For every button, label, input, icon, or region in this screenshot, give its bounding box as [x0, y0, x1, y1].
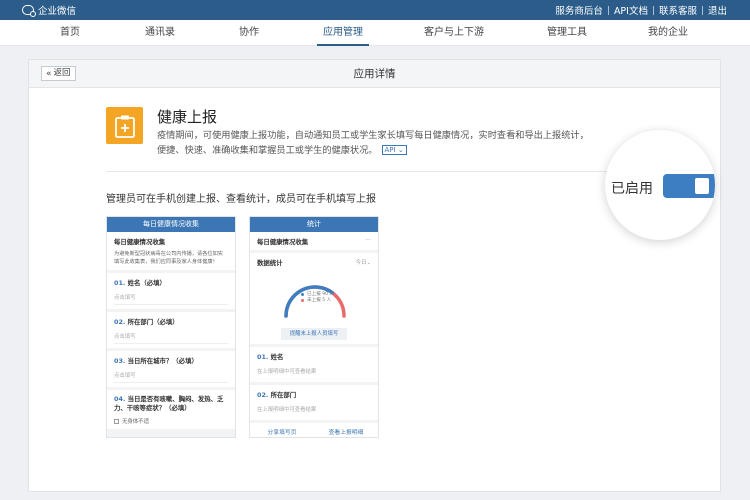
stats-card: 数据统计 今日⌄ 已上报 90 人 未上报 5 人 提醒未上报人员填写 [250, 253, 378, 344]
question-number: 02. [114, 318, 126, 326]
nav-collaboration[interactable]: 协作 [239, 20, 259, 46]
legend-unreported: 未上报 5 人 [301, 297, 334, 303]
enable-toggle[interactable] [663, 174, 715, 198]
nav-home[interactable]: 首页 [60, 20, 80, 46]
field-text: 姓名 [270, 353, 284, 361]
phone-preview-stats: 统计 每日健康情况收集 ··· 数据统计 今日⌄ 已上报 90 人 未上报 5 … [249, 216, 379, 438]
api-tag-label: API [384, 146, 396, 154]
field-hint: 在上报明细中可查看结果 [257, 407, 317, 413]
app-description-text: 疫情期间，可使用健康上报功能，自动通知员工或学生家长填写每日健康情况，实时查看和… [157, 130, 589, 156]
brand[interactable]: 企业微信 [22, 3, 76, 17]
link-service-provider[interactable]: 服务商后台 [550, 3, 608, 17]
nav-customers[interactable]: 客户与上下游 [424, 20, 484, 46]
divider [106, 171, 689, 172]
stats-title-card: 每日健康情况收集 ··· [250, 232, 378, 250]
question-placeholder: 点击填写 [114, 332, 228, 344]
feature-subtitle: 管理员可在手机创建上报、查看统计，成员可在手机填写上报 [106, 194, 376, 205]
main-nav: 首页 通讯录 协作 应用管理 客户与上下游 管理工具 我的企业 [0, 20, 750, 46]
link-contact-support[interactable]: 联系客服 [654, 3, 702, 17]
stats-label: 数据统计 [257, 259, 283, 267]
phone-preview-form: 每日健康情况收集 每日健康情况收集 为避免新型冠状病毒在公司内传播，请各位如实填… [106, 216, 236, 438]
question-card[interactable]: 02. 所在部门（必填） 点击填写 [107, 312, 235, 348]
form-intro-card: 每日健康情况收集 为避免新型冠状病毒在公司内传播，请各位如实填写此收集表，我们应… [107, 232, 235, 270]
form-note: 为避免新型冠状病毒在公司内传播，请各位如实填写此收集表，我们应同事及家人身体健康… [114, 251, 223, 265]
field-card[interactable]: 01. 姓名 在上报明细中可查看结果 [250, 347, 378, 382]
legend-dot [301, 298, 304, 302]
remind-unreported-button[interactable]: 提醒未上报人员填写 [281, 328, 347, 340]
question-text: 姓名（必填） [127, 279, 166, 287]
wecom-logo-icon [22, 5, 36, 17]
question-card[interactable]: 04. 当日是否有咳嗽、胸闷、发热、乏力、干咳等症状？（必填） 无身体不适 [107, 390, 235, 429]
range-label: 今日 [355, 260, 367, 266]
panel-header: « 返回 应用详情 [29, 60, 720, 88]
link-api-docs[interactable]: API文档 [609, 3, 653, 17]
range-selector[interactable]: 今日⌄ [356, 258, 371, 267]
question-option[interactable]: 无身体不适 [114, 417, 228, 425]
view-report-details-link[interactable]: 查看上报明细 [314, 427, 378, 436]
question-number: 03. [114, 357, 126, 365]
field-hint: 在上报明细中可查看结果 [257, 369, 317, 375]
nav-my-company[interactable]: 我的企业 [648, 20, 688, 46]
chevron-down-icon: ⌄ [366, 260, 371, 266]
app-detail-panel: « 返回 应用详情 健康上报 疫情期间，可使用健康上报功能，自动通知员工或学生家… [28, 59, 721, 492]
question-placeholder: 点击填写 [114, 371, 228, 383]
field-number: 02. [257, 391, 269, 399]
form-title: 每日健康情况收集 [114, 238, 166, 246]
question-number: 04. [114, 395, 126, 403]
phone-header: 每日健康情况收集 [107, 217, 235, 232]
phone-footer: 分享填写页 查看上报明细 [250, 423, 378, 437]
phone-header: 统计 [250, 217, 378, 232]
panel-title: 应用详情 [353, 68, 396, 80]
legend-label: 未上报 5 人 [307, 298, 332, 303]
chevron-down-icon: ⌄ [397, 146, 404, 154]
form-title: 每日健康情况收集 [257, 238, 309, 246]
checkbox-icon [114, 418, 119, 424]
nav-admin-tools[interactable]: 管理工具 [547, 20, 587, 46]
question-card[interactable]: 01. 姓名（必填） 点击填写 [107, 273, 235, 309]
status-magnifier: 已启用 [605, 130, 715, 240]
more-icon[interactable]: ··· [365, 237, 371, 246]
nav-app-management[interactable]: 应用管理 [317, 20, 369, 46]
question-text: 当日所在城市？（必填） [127, 357, 198, 365]
api-tag[interactable]: API ⌄ [381, 145, 407, 155]
question-text: 所在部门（必填） [127, 318, 179, 326]
app-status-label: 已启用 [611, 181, 653, 197]
share-fill-page-link[interactable]: 分享填写页 [250, 427, 314, 436]
option-label: 无身体不适 [122, 419, 149, 425]
brand-name: 企业微信 [38, 6, 77, 17]
field-number: 01. [257, 353, 269, 361]
link-logout[interactable]: 退出 [703, 3, 732, 17]
top-bar: 企业微信 服务商后台 API文档 联系客服 退出 [0, 0, 750, 20]
app-description: 疫情期间，可使用健康上报功能，自动通知员工或学生家长填写每日健康情况，实时查看和… [157, 128, 597, 158]
question-placeholder: 点击填写 [114, 293, 228, 305]
toggle-knob [695, 178, 709, 194]
stats-gauge: 已上报 90 人 未上报 5 人 [257, 269, 371, 324]
app-icon [106, 107, 143, 144]
question-text: 当日是否有咳嗽、胸闷、发热、乏力、干咳等症状？（必填） [114, 395, 224, 412]
nav-contacts[interactable]: 通讯录 [145, 20, 175, 46]
top-links: 服务商后台 API文档 联系客服 退出 [550, 3, 732, 17]
clipboard-plus-icon [114, 115, 135, 138]
field-card[interactable]: 02. 所在部门 在上报明细中可查看结果 [250, 385, 378, 420]
question-card[interactable]: 03. 当日所在城市？（必填） 点击填写 [107, 351, 235, 387]
field-text: 所在部门 [270, 391, 297, 399]
app-name: 健康上报 [157, 108, 218, 126]
legend-dot [301, 292, 304, 296]
question-number: 01. [114, 279, 126, 287]
